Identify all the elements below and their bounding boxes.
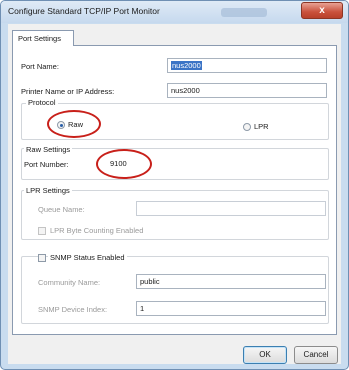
port-name-value: nus2000	[171, 61, 202, 70]
printer-address-label: Printer Name or IP Address:	[21, 87, 115, 96]
snmp-device-index-field[interactable]: 1	[136, 301, 326, 316]
lpr-settings-group-title: LPR Settings	[24, 186, 72, 195]
lpr-byte-counting-label: LPR Byte Counting Enabled	[50, 226, 144, 235]
port-number-field[interactable]: 9100	[107, 157, 152, 172]
snmp-device-index-label: SNMP Device Index:	[38, 305, 108, 314]
port-name-field[interactable]: nus2000	[167, 58, 327, 73]
tab-port-settings[interactable]: Port Settings	[12, 30, 74, 46]
lpr-radio-label[interactable]: LPR	[254, 122, 269, 131]
port-name-label: Port Name:	[21, 62, 59, 71]
port-number-label: Port Number:	[24, 160, 69, 169]
title-bar[interactable]: Configure Standard TCP/IP Port Monitor x	[1, 1, 348, 23]
queue-name-field[interactable]	[136, 201, 326, 216]
protocol-group-title: Protocol	[26, 98, 58, 107]
community-name-field[interactable]: public	[136, 274, 326, 289]
snmp-status-label[interactable]: SNMP Status Enabled	[48, 253, 127, 262]
snmp-status-checkbox[interactable]	[38, 254, 46, 262]
lpr-radio[interactable]	[243, 123, 251, 131]
window-title: Configure Standard TCP/IP Port Monitor	[8, 6, 160, 16]
ok-button[interactable]: OK	[243, 346, 287, 364]
lpr-byte-counting-checkbox[interactable]	[38, 227, 46, 235]
close-icon: x	[319, 5, 325, 16]
community-name-label: Community Name:	[38, 278, 101, 287]
cancel-button[interactable]: Cancel	[294, 346, 338, 364]
printer-address-field[interactable]: nus2000	[167, 83, 327, 98]
raw-radio-label[interactable]: Raw	[68, 120, 83, 129]
raw-radio[interactable]	[57, 121, 65, 129]
queue-name-label: Queue Name:	[38, 205, 85, 214]
title-bar-blur	[221, 8, 267, 17]
raw-settings-group-title: Raw Settings	[24, 145, 73, 154]
close-button[interactable]: x	[301, 2, 343, 19]
